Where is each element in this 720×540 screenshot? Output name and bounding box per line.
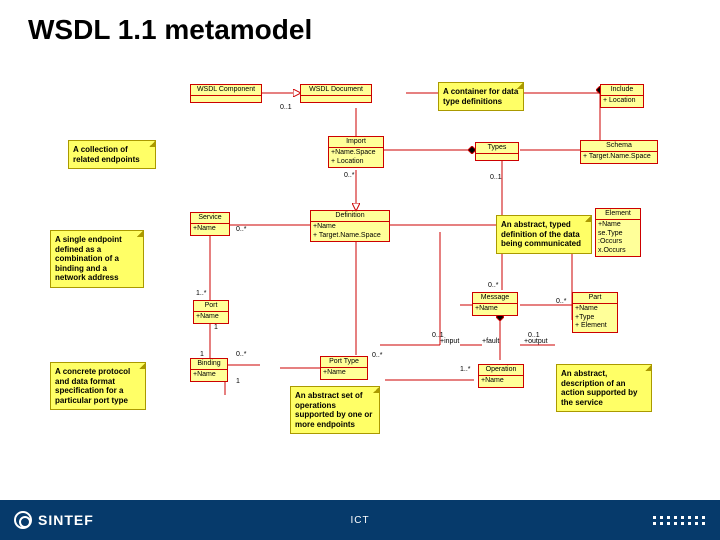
mult: 1 [236,378,240,385]
class-element: Element+Name se.Type :Occurs x.Occurs [595,208,641,257]
logo-icon [14,511,32,529]
class-part: Part+Name +Type + Element [572,292,618,333]
mult: 1..* [196,290,207,297]
mult: 1 [214,324,218,331]
footer-unit: ICT [350,515,369,526]
note-concrete-protocol: A concrete protocol and data format spec… [50,362,146,410]
note-abstract-desc: An abstract, description of an action su… [556,364,652,412]
note-collection: A collection of related endpoints [68,140,156,169]
note-container: A container for data type definitions [438,82,524,111]
mult: 0..1 [280,104,292,111]
page-title: WSDL 1.1 metamodel [28,14,312,46]
class-binding: Binding+Name [190,358,228,382]
class-message: Message+Name [472,292,518,316]
mult: 1 [200,351,204,358]
class-port-type: Port Type+Name [320,356,368,380]
note-single-endpoint: A single endpoint defined as a combinati… [50,230,144,288]
class-include: Include+ Location [600,84,644,108]
mult: 0..* [372,352,383,359]
note-abstract-typed: An abstract, typed definition of the dat… [496,215,592,254]
mult: 0..* [236,351,247,358]
mult: 0..* [236,226,247,233]
note-abstract-set: An abstract set of operations supported … [290,386,380,434]
mult: 0..* [488,282,499,289]
mult: 1..* [460,366,471,373]
uml-diagram: WSDL Component WSDL Document Include+ Lo… [0,70,720,490]
footer-bar: SINTEF ICT [0,500,720,540]
brand-logo: SINTEF [14,511,94,529]
footer-dots [653,516,706,525]
class-definition: Definition+Name + Target.Name.Space [310,210,390,242]
brand-text: SINTEF [38,512,94,528]
class-wsdl-document: WSDL Document [300,84,372,103]
mult-fault: +fault [482,338,499,345]
mult-input: +input [440,338,459,345]
class-types: Types [475,142,519,161]
class-import: Import+Name.Space + Location [328,136,384,168]
class-wsdl-component: WSDL Component [190,84,262,103]
class-schema: Schema+ Target.Name.Space [580,140,658,164]
mult: 0..* [344,172,355,179]
mult-output: +output [524,338,548,345]
mult: 0..1 [490,174,502,181]
mult: 0..* [556,298,567,305]
class-service: Service+Name [190,212,230,236]
class-port: Port+Name [193,300,229,324]
class-operation: Operation+Name [478,364,524,388]
